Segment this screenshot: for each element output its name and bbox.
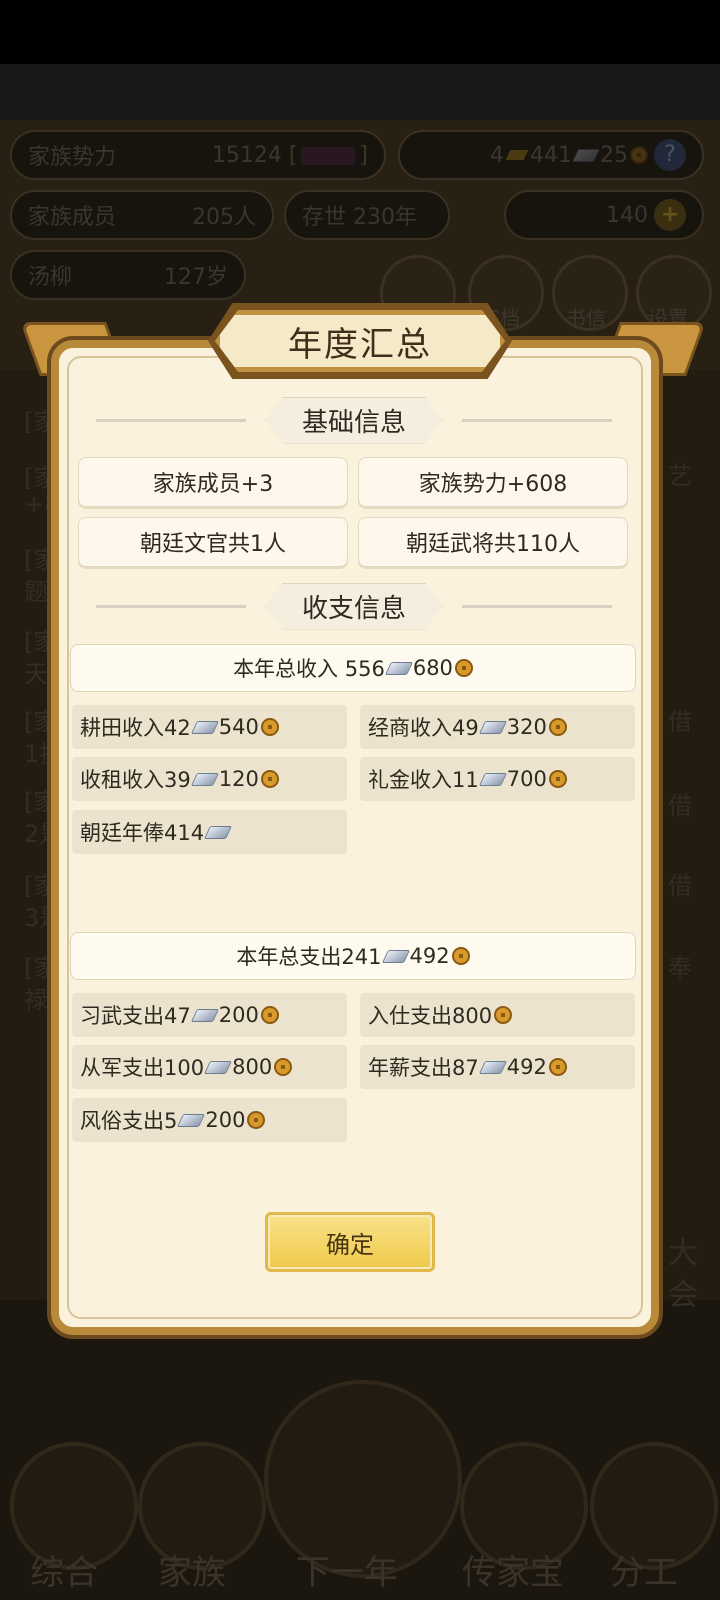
coin-icon xyxy=(494,1006,513,1024)
info-civil-officials: 朝廷文官共1人 xyxy=(78,517,348,567)
status-bar xyxy=(0,0,720,64)
expense-total-coins: 492 xyxy=(409,944,450,968)
income-item-gifts: 礼金收入11 700 xyxy=(360,757,635,801)
silver-icon xyxy=(190,720,219,734)
expense-item-martial: 习武支出47 200 xyxy=(72,993,347,1037)
info-family-power: 家族势力+608 xyxy=(358,457,628,507)
expense-coins: 492 xyxy=(506,1055,547,1079)
expense-total: 本年总支出241 492 xyxy=(70,932,636,980)
income-coins: 540 xyxy=(218,715,259,739)
coin-icon xyxy=(260,1006,279,1024)
coin-icon xyxy=(454,659,473,677)
coin-icon xyxy=(548,770,567,788)
income-total-coins: 680 xyxy=(412,656,453,680)
dialog-title: 年度汇总 xyxy=(215,310,505,372)
silver-icon xyxy=(478,1060,507,1074)
income-total: 本年总收入 556 680 xyxy=(70,644,636,692)
silver-icon xyxy=(204,1060,233,1074)
info-military-generals: 朝廷武将共110人 xyxy=(358,517,628,567)
income-label: 经商收入49 xyxy=(368,716,479,740)
info-family-members: 家族成员+3 xyxy=(78,457,348,507)
coin-icon xyxy=(451,947,470,965)
divider-line xyxy=(462,419,612,422)
expense-coins: 200 xyxy=(218,1003,259,1027)
silver-icon xyxy=(381,949,410,963)
income-item-trade: 经商收入49 320 xyxy=(360,705,635,749)
divider-line xyxy=(96,605,246,608)
divider-line xyxy=(96,419,246,422)
silver-icon xyxy=(478,720,507,734)
coin-icon xyxy=(247,1111,266,1129)
basic-info-title: 基础信息 xyxy=(264,396,443,444)
confirm-button[interactable]: 确定 xyxy=(265,1212,435,1272)
income-coins: 700 xyxy=(506,767,547,791)
expense-coins: 800 xyxy=(232,1055,273,1079)
basic-info-header: 基础信息 xyxy=(96,396,612,444)
expense-label: 年薪支出87 xyxy=(368,1056,479,1080)
finance-info-title: 收支信息 xyxy=(264,582,443,630)
income-item-farming: 耕田收入42 540 xyxy=(72,705,347,749)
income-item-salary: 朝廷年俸414 xyxy=(72,810,347,854)
coin-icon xyxy=(260,718,279,736)
expense-item-wages: 年薪支出87 492 xyxy=(360,1045,635,1089)
income-total-label: 本年总收入 556 xyxy=(233,657,385,681)
income-label: 耕田收入42 xyxy=(80,716,191,740)
expense-label: 从军支出100 xyxy=(80,1056,205,1080)
income-label: 朝廷年俸414 xyxy=(80,821,205,845)
income-item-rent: 收租收入39 120 xyxy=(72,757,347,801)
divider-line xyxy=(462,605,612,608)
expense-label: 风俗支出5 xyxy=(80,1109,178,1133)
expense-item-office: 入仕支出800 xyxy=(360,993,635,1037)
silver-icon xyxy=(384,661,413,675)
silver-icon xyxy=(190,772,219,786)
silver-icon xyxy=(478,772,507,786)
expense-item-military: 从军支出100 800 xyxy=(72,1045,347,1089)
income-label: 收租收入39 xyxy=(80,768,191,792)
expense-item-customs: 风俗支出5 200 xyxy=(72,1098,347,1142)
income-coins: 120 xyxy=(218,767,259,791)
coin-icon xyxy=(548,718,567,736)
coin-icon xyxy=(260,770,279,788)
income-coins: 320 xyxy=(506,715,547,739)
finance-info-header: 收支信息 xyxy=(96,582,612,630)
expense-label: 习武支出47 xyxy=(80,1004,191,1028)
coin-icon xyxy=(548,1058,567,1076)
silver-icon xyxy=(177,1113,206,1127)
silver-icon xyxy=(190,1008,219,1022)
coin-icon xyxy=(274,1058,293,1076)
expense-total-label: 本年总支出241 xyxy=(236,945,382,969)
expense-coins: 200 xyxy=(205,1108,246,1132)
silver-icon xyxy=(204,825,233,839)
income-label: 礼金收入11 xyxy=(368,768,479,792)
expense-label: 入仕支出800 xyxy=(368,1004,493,1028)
